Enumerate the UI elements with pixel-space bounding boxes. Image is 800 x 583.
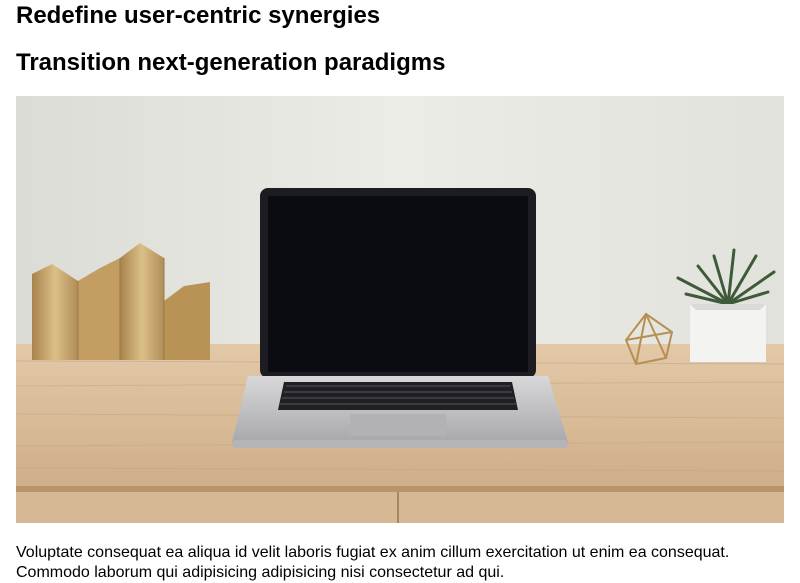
laptop [232, 188, 568, 448]
body-paragraph: Voluptate consequat ea aliqua id velit l… [16, 544, 730, 581]
desk-drawers [16, 492, 784, 523]
page-subtitle: Transition next-generation paradigms [16, 49, 446, 76]
hero-image [16, 96, 784, 523]
page-title: Redefine user-centric synergies [16, 2, 381, 29]
